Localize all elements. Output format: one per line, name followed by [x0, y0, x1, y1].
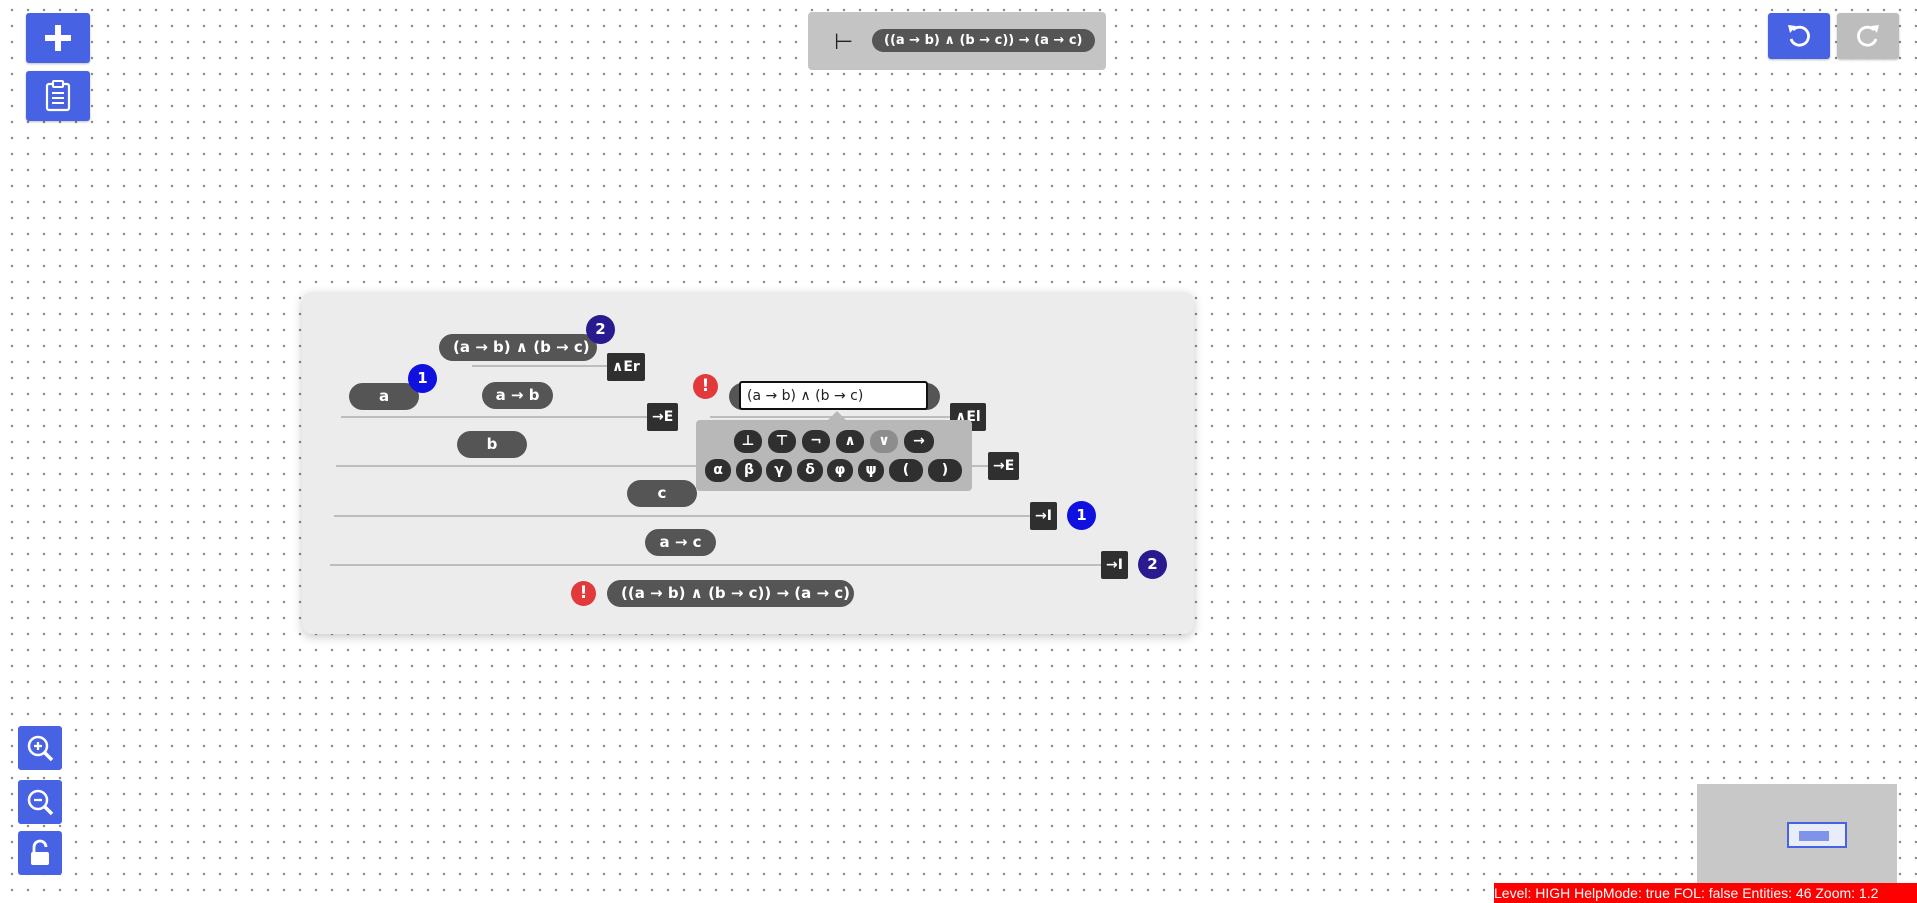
symbol-alpha[interactable]: α	[705, 459, 731, 482]
assumption-badge-1[interactable]: 1	[408, 364, 437, 393]
zoom-in-icon	[27, 735, 54, 762]
clipboard-icon	[45, 80, 71, 112]
minimap-content	[1799, 831, 1829, 841]
warning-icon: !	[693, 374, 718, 399]
symbol-gamma[interactable]: γ	[766, 459, 792, 482]
formula-node-c[interactable]: c	[627, 480, 697, 507]
warning-icon-conclusion: !	[571, 581, 596, 606]
plus-icon	[45, 25, 71, 51]
inference-line-imp-i-2	[330, 564, 1102, 566]
rule-imp-e-2[interactable]: →E	[988, 452, 1020, 480]
rule-imp-i-2[interactable]: →I	[1101, 551, 1128, 579]
symbol-right-paren[interactable]: )	[928, 459, 962, 482]
assumption-badge-2[interactable]: 2	[586, 315, 615, 344]
symbol-implies[interactable]: →	[904, 430, 934, 453]
symbol-phi[interactable]: φ	[827, 459, 853, 482]
formula-node-a-imp-c[interactable]: a → c	[645, 529, 716, 556]
debug-status-bar: Level: HIGH HelpMode: true FOL: false En…	[1494, 883, 1917, 903]
discharge-badge-2[interactable]: 2	[1138, 550, 1167, 579]
inference-line-imp-i-1	[334, 515, 1030, 517]
goal-formula[interactable]: ((a → b) ∧ (b → c)) → (a → c)	[872, 29, 1095, 52]
formula-node-conclusion[interactable]: ((a → b) ∧ (b → c)) → (a → c)	[607, 580, 854, 607]
formula-node-b[interactable]: b	[457, 431, 527, 458]
discharge-badge-1[interactable]: 1	[1067, 501, 1096, 530]
inference-line-and-er	[472, 365, 612, 367]
symbol-and[interactable]: ∧	[836, 430, 864, 453]
notes-button[interactable]	[26, 71, 90, 121]
rule-imp-e-1[interactable]: →E	[647, 403, 679, 431]
rule-imp-i-1[interactable]: →I	[1030, 502, 1057, 530]
formula-node-a[interactable]: a	[349, 383, 419, 410]
symbol-not[interactable]: ¬	[802, 430, 830, 453]
add-button[interactable]	[26, 13, 90, 63]
rule-and-er[interactable]: ∧Er	[607, 353, 645, 381]
lock-button[interactable]	[18, 831, 62, 875]
redo-button[interactable]	[1837, 13, 1899, 59]
symbol-top[interactable]: ⊤	[768, 430, 796, 453]
symbol-left-paren[interactable]: (	[889, 459, 923, 482]
minimap-viewport[interactable]	[1787, 822, 1847, 848]
formula-edit-input[interactable]	[739, 381, 928, 410]
goal-box: ⊢ ((a → b) ∧ (b → c)) → (a → c)	[808, 12, 1106, 70]
formula-node-premise[interactable]: (a → b) ∧ (b → c)	[439, 334, 597, 361]
symbol-panel-pointer	[828, 411, 846, 420]
undo-icon	[1788, 25, 1810, 47]
symbol-psi[interactable]: ψ	[858, 459, 884, 482]
zoom-out-button[interactable]	[18, 780, 62, 824]
formula-node-a-imp-b[interactable]: a → b	[482, 382, 553, 409]
inference-line-imp-e-1	[341, 416, 647, 418]
zoom-in-button[interactable]	[18, 726, 62, 770]
unlock-icon	[31, 839, 49, 865]
zoom-out-icon	[27, 789, 54, 816]
symbol-bottom[interactable]: ⊥	[734, 430, 762, 453]
symbol-delta[interactable]: δ	[797, 459, 823, 482]
undo-button[interactable]	[1768, 13, 1830, 59]
symbol-beta[interactable]: β	[736, 459, 762, 482]
redo-icon	[1857, 25, 1879, 47]
symbol-or[interactable]: ∨	[870, 430, 898, 453]
turnstile-symbol: ⊢	[834, 30, 854, 55]
